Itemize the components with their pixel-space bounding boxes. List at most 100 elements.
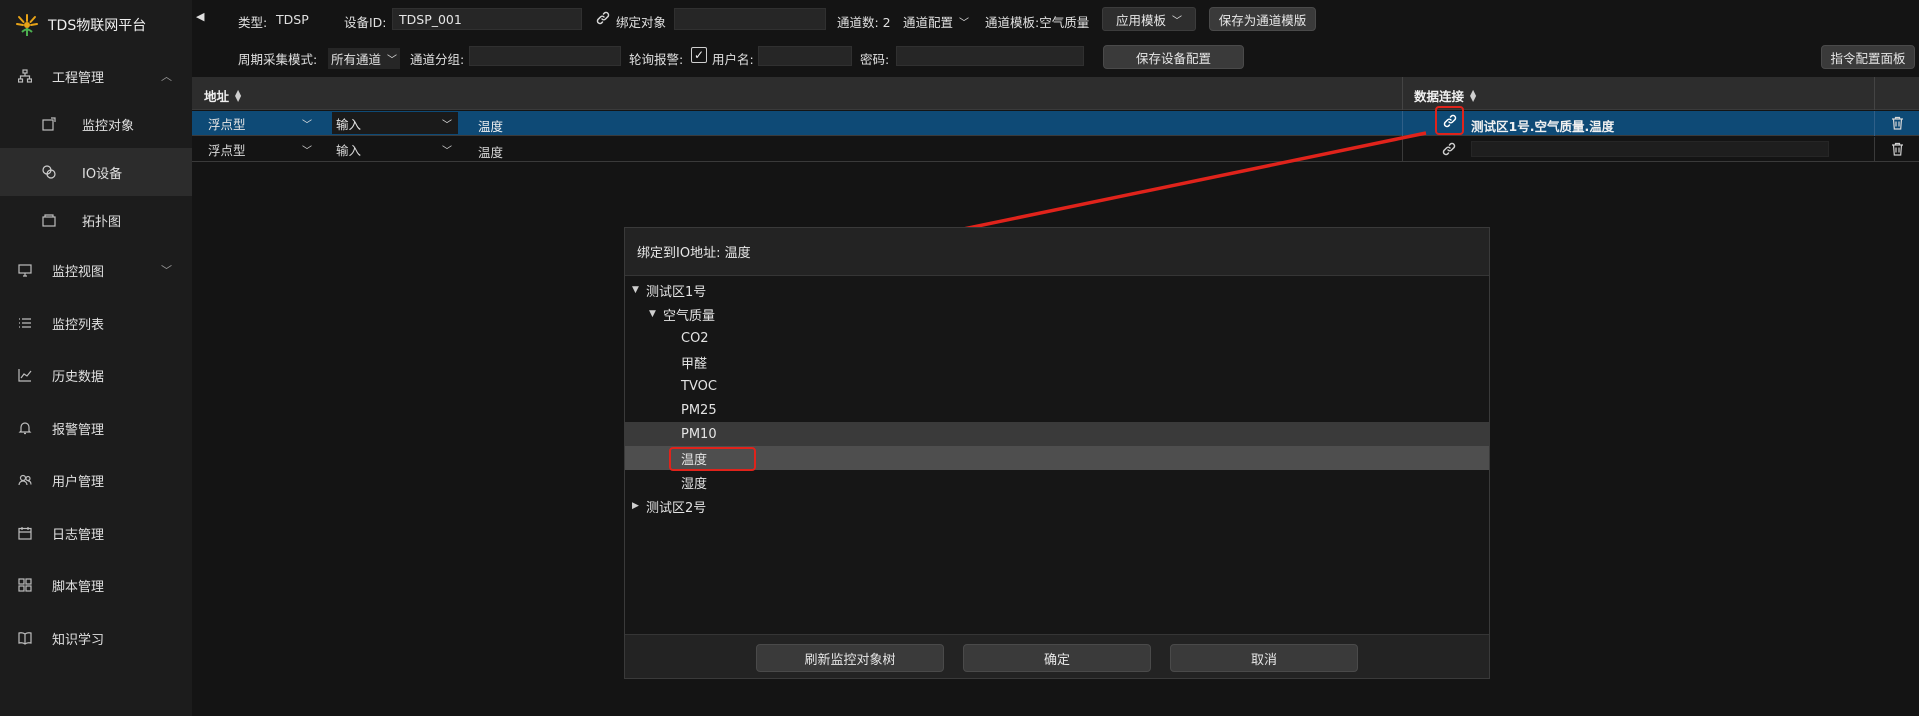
channel-count-label: 通道数: 2: [837, 15, 891, 30]
save-device-config-button[interactable]: 保存设备配置: [1103, 45, 1244, 69]
sidebar-item-label: 监控列表: [52, 317, 105, 333]
table-row[interactable]: 浮点型 ﹀ 输入 ﹀ 温度 测试区1号.空气质量.温度: [192, 106, 1919, 136]
sidebar-item-users[interactable]: 用户管理: [0, 454, 192, 506]
apply-template-dropdown[interactable]: 应用模板 ﹀: [1102, 7, 1196, 31]
sidebar-item-label: 知识学习: [52, 632, 105, 648]
sidebar-item-knowledge[interactable]: 知识学习: [0, 612, 192, 664]
dialog-footer: 刷新监控对象树 确定 取消: [625, 634, 1489, 678]
data-link-input[interactable]: [1471, 141, 1829, 157]
table-row[interactable]: 浮点型 ﹀ 输入 ﹀ 温度: [192, 137, 1919, 162]
ok-button[interactable]: 确定: [963, 644, 1151, 672]
channel-config-label: 通道配置: [903, 15, 954, 30]
password-label: 密码:: [860, 52, 890, 67]
device-id-input[interactable]: TDSP_001: [392, 8, 582, 30]
sidebar-item-label: 用户管理: [52, 474, 105, 490]
sidebar-item-project[interactable]: 工程管理 ︿: [0, 50, 192, 102]
column-header-data-link[interactable]: 数据连接 ▲ ▼: [1414, 86, 1476, 105]
type-value: TDSP: [276, 12, 309, 27]
tree-node[interactable]: TVOC: [625, 374, 1489, 398]
sidebar-item-label: 拓扑图: [82, 214, 122, 230]
username-input[interactable]: [758, 46, 852, 66]
link-icon: [1443, 114, 1456, 127]
channel-config-dropdown[interactable]: 通道配置 ﹀: [903, 12, 969, 31]
column-header-label: 数据连接: [1414, 89, 1465, 104]
save-as-template-button[interactable]: 保存为通道模版: [1209, 7, 1316, 31]
type-select[interactable]: 浮点型 ﹀: [198, 111, 318, 135]
sidebar-item-monitor-view[interactable]: 监控视图 ﹀: [0, 244, 192, 296]
chevron-down-icon: ﹀: [302, 145, 312, 157]
link-icon: [596, 11, 610, 29]
sidebar-item-script[interactable]: 脚本管理: [0, 559, 192, 611]
bind-io-dialog: 绑定到IO地址: 温度 ▼ 测试区1号 ▼ 空气质量 CO2 甲醛 TVOC P…: [624, 227, 1490, 679]
password-input[interactable]: [896, 46, 1084, 66]
sidebar-item-monitor-object[interactable]: 监控对象: [0, 100, 192, 148]
sidebar-item-topology[interactable]: 拓扑图: [0, 196, 192, 244]
tree-node-label: PM10: [681, 426, 717, 442]
username-label: 用户名:: [712, 52, 754, 67]
bind-object-input[interactable]: [674, 8, 826, 30]
sidebar-item-label: 脚本管理: [52, 579, 105, 595]
command-panel-button[interactable]: 指令配置面板: [1821, 45, 1915, 69]
app-brand: TDS物联网平台: [0, 0, 192, 50]
sidebar-item-label: 历史数据: [52, 369, 105, 385]
io-device-icon: [40, 163, 58, 181]
grid-icon: [16, 576, 34, 594]
chevron-down-icon: ﹀: [959, 18, 970, 29]
period-mode-select[interactable]: 所有通道 ﹀: [328, 48, 401, 69]
caret-right-icon: ▶: [632, 501, 639, 511]
sidebar-item-label: 监控对象: [82, 118, 135, 134]
channel-name[interactable]: 温度: [478, 116, 503, 135]
sitemap-icon: [16, 67, 34, 85]
calendar-icon: [16, 524, 34, 542]
highlight-box: [669, 447, 756, 471]
channel-template-label: 通道模板:空气质量: [985, 15, 1090, 30]
bell-icon: [16, 419, 34, 437]
channel-name[interactable]: 温度: [478, 142, 503, 161]
link-button[interactable]: [1435, 106, 1464, 135]
column-header-address[interactable]: 地址 ▲ ▼: [204, 86, 241, 105]
bind-object-label: 绑定对象: [616, 15, 667, 30]
data-link-value: 测试区1号.空气质量.温度: [1471, 119, 1615, 134]
link-icon[interactable]: [1442, 142, 1456, 160]
tree-node[interactable]: CO2: [625, 326, 1489, 350]
direction-select[interactable]: 输入 ﹀: [332, 112, 458, 134]
column-divider: [1874, 77, 1875, 110]
sidebar-item-label: 日志管理: [52, 527, 105, 543]
sidebar-item-log[interactable]: 日志管理: [0, 507, 192, 559]
direction-select[interactable]: 输入 ﹀: [332, 137, 458, 161]
tree-node-label: TVOC: [681, 378, 717, 394]
sidebar-item-monitor-list[interactable]: 监控列表: [0, 297, 192, 349]
tree-node[interactable]: ▶ 测试区2号: [625, 494, 1489, 518]
sidebar-item-alarm[interactable]: 报警管理: [0, 402, 192, 454]
poll-alarm-label: 轮询报警:: [629, 52, 684, 67]
type-select[interactable]: 浮点型 ﹀: [198, 137, 318, 161]
sidebar-item-io-device[interactable]: IO设备: [0, 148, 192, 196]
tree-node[interactable]: ▼ 测试区1号: [625, 278, 1489, 302]
column-divider: [1402, 77, 1403, 110]
chevron-down-icon: ﹀: [442, 119, 452, 131]
direction-value: 输入: [336, 116, 362, 132]
tree-node[interactable]: 湿度: [625, 470, 1489, 494]
tree-node[interactable]: ▼ 空气质量: [625, 302, 1489, 326]
column-header-label: 地址: [204, 89, 230, 104]
trash-icon[interactable]: [1891, 142, 1904, 160]
device-id-label: 设备ID:: [344, 15, 387, 30]
tree-node[interactable]: PM10: [625, 422, 1489, 446]
chevron-down-icon: ﹀: [161, 264, 172, 277]
refresh-tree-button[interactable]: 刷新监控对象树: [756, 644, 944, 672]
apply-template-label: 应用模板: [1115, 12, 1166, 28]
sidebar-item-history[interactable]: 历史数据: [0, 349, 192, 401]
trash-icon[interactable]: [1891, 116, 1904, 134]
tree-node[interactable]: PM25: [625, 398, 1489, 422]
tree-node-label: 测试区2号: [646, 500, 707, 516]
collapse-sidebar-icon[interactable]: ◀: [196, 10, 204, 23]
channel-group-input[interactable]: [469, 46, 621, 66]
type-value: 浮点型: [208, 116, 246, 132]
cancel-button[interactable]: 取消: [1170, 644, 1358, 672]
tree-node[interactable]: 甲醛: [625, 350, 1489, 374]
column-divider: [1402, 137, 1403, 162]
caret-down-icon: ▼: [649, 309, 656, 319]
table-header: 地址 ▲ ▼ 数据连接 ▲ ▼: [192, 77, 1919, 110]
column-divider: [1402, 111, 1403, 136]
poll-alarm-checkbox[interactable]: ✓: [691, 47, 707, 63]
